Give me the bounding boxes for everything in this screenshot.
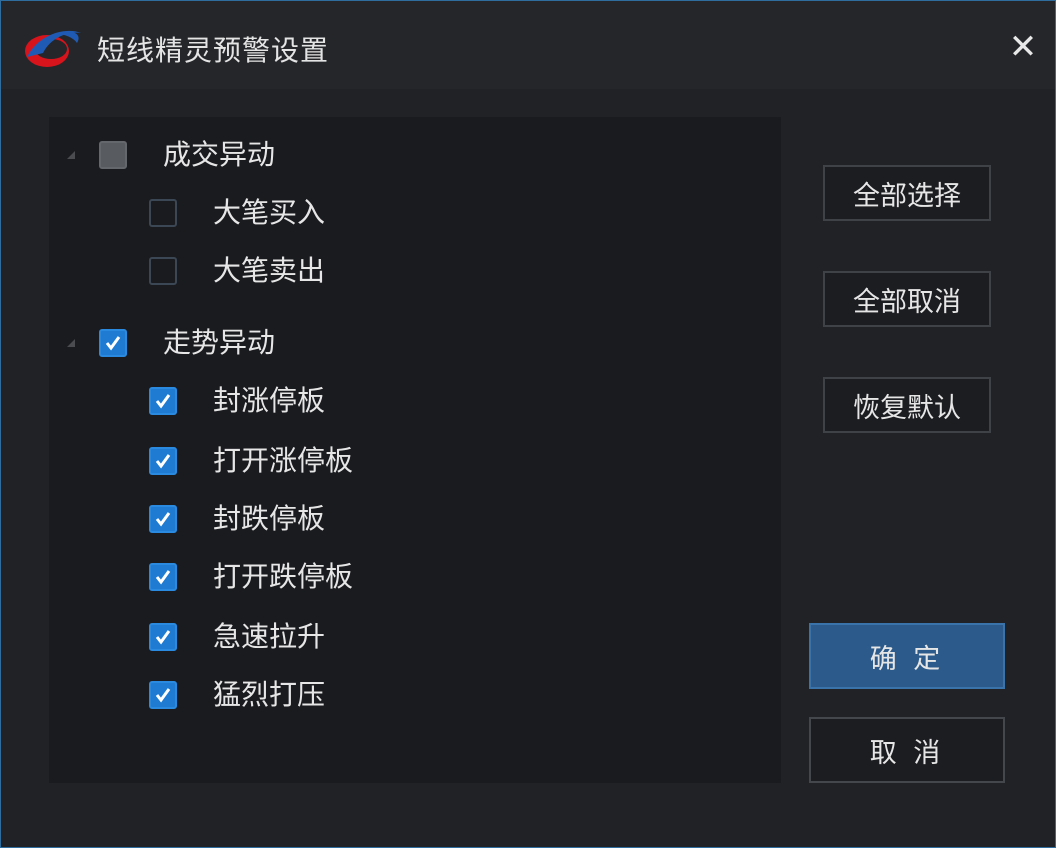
tree-item[interactable]: 大笔卖出 xyxy=(149,251,325,291)
tree-item[interactable]: 打开跌停板 xyxy=(149,557,353,597)
checkmark-icon xyxy=(155,394,171,409)
tree-group-trend-anomaly[interactable]: 走势异动 xyxy=(65,323,275,363)
item-checkbox[interactable] xyxy=(149,505,177,533)
item-checkbox[interactable] xyxy=(149,257,177,285)
alert-settings-dialog: 短线精灵预警设置 ✕ 成交异动 大笔买入 大笔卖出 走势异动 封涨停板 打开涨停… xyxy=(0,0,1056,848)
item-label: 急速拉升 xyxy=(213,620,326,653)
checkmark-icon xyxy=(105,336,121,351)
select-all-button[interactable]: 全部选择 xyxy=(823,165,991,221)
tree-group-trade-anomaly[interactable]: 成交异动 xyxy=(65,135,275,175)
group-label: 走势异动 xyxy=(163,326,276,359)
tree-item[interactable]: 急速拉升 xyxy=(149,617,325,657)
deselect-all-button[interactable]: 全部取消 xyxy=(823,271,991,327)
tree-item[interactable]: 大笔买入 xyxy=(149,193,325,233)
item-label: 打开跌停板 xyxy=(213,560,354,593)
item-label: 大笔买入 xyxy=(213,196,326,229)
item-label: 大笔卖出 xyxy=(213,254,326,287)
item-checkbox[interactable] xyxy=(149,563,177,591)
checkmark-icon xyxy=(155,454,171,469)
group-label: 成交异动 xyxy=(163,138,276,171)
tree-item[interactable]: 猛烈打压 xyxy=(149,675,325,715)
app-logo-icon xyxy=(25,30,81,67)
cancel-button[interactable]: 取 消 xyxy=(809,717,1005,783)
expand-caret-icon[interactable] xyxy=(65,337,77,349)
item-checkbox[interactable] xyxy=(149,387,177,415)
tree-item[interactable]: 打开涨停板 xyxy=(149,441,353,481)
tree-item[interactable]: 封跌停板 xyxy=(149,499,325,539)
item-checkbox[interactable] xyxy=(149,623,177,651)
ok-button[interactable]: 确 定 xyxy=(809,623,1005,689)
item-label: 猛烈打压 xyxy=(213,678,326,711)
group-checkbox[interactable] xyxy=(99,141,127,169)
group-checkbox[interactable] xyxy=(99,329,127,357)
item-checkbox[interactable] xyxy=(149,199,177,227)
item-label: 封涨停板 xyxy=(213,384,326,417)
item-checkbox[interactable] xyxy=(149,681,177,709)
expand-caret-icon[interactable] xyxy=(65,149,77,161)
item-label: 打开涨停板 xyxy=(213,444,354,477)
item-label: 封跌停板 xyxy=(213,502,326,535)
window-title: 短线精灵预警设置 xyxy=(97,34,330,67)
tree-item[interactable]: 封涨停板 xyxy=(149,381,325,421)
checkmark-icon xyxy=(155,570,171,585)
close-icon[interactable]: ✕ xyxy=(1005,29,1041,65)
checkmark-icon xyxy=(155,630,171,645)
title-bar[interactable]: 短线精灵预警设置 ✕ xyxy=(1,1,1055,89)
checkmark-icon xyxy=(155,688,171,703)
checkmark-icon xyxy=(155,512,171,527)
item-checkbox[interactable] xyxy=(149,447,177,475)
alert-tree: 成交异动 大笔买入 大笔卖出 走势异动 封涨停板 打开涨停板 封跌停板 打开跌停… xyxy=(49,117,781,783)
restore-default-button[interactable]: 恢复默认 xyxy=(823,377,991,433)
